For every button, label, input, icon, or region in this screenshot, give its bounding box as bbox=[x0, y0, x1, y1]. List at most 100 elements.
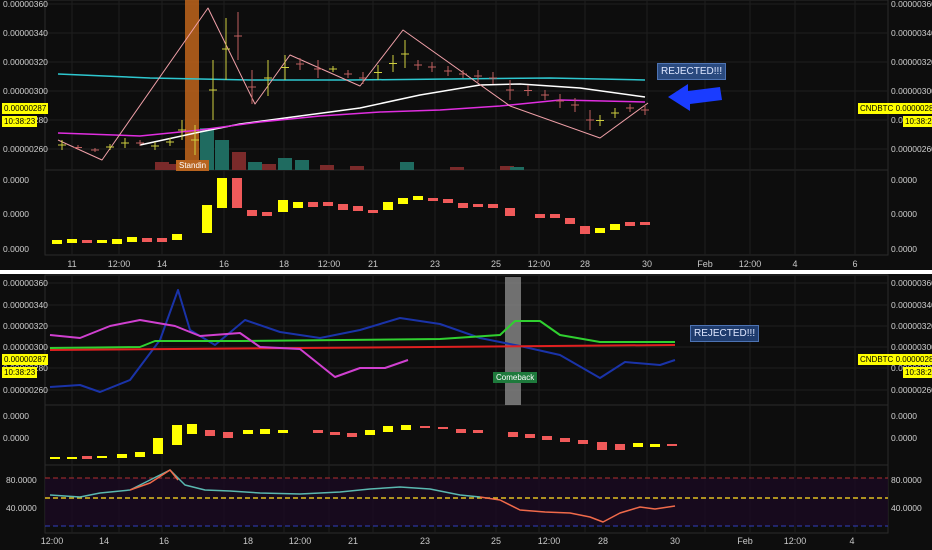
osc2-candle bbox=[97, 456, 107, 458]
time-tag-right-lower: 10:38:23 bbox=[903, 367, 932, 378]
volume-bar bbox=[450, 167, 464, 170]
top-panel bbox=[44, 0, 889, 171]
osc2-candle bbox=[542, 436, 552, 440]
osc1-panel bbox=[44, 169, 889, 256]
y-tick-label-right: 0.00000260 bbox=[891, 385, 932, 395]
osc1-candle bbox=[595, 228, 605, 233]
x-tick-label: 12:00 bbox=[318, 259, 341, 269]
volume-bar bbox=[232, 152, 246, 170]
osc1-candle bbox=[488, 204, 498, 208]
price-tag-right: CNDBTC 0.00000287 bbox=[858, 103, 932, 114]
rejected-annotation-top[interactable]: REJECTED!!! bbox=[657, 63, 727, 80]
x-tick-label: 12:00 bbox=[108, 259, 131, 269]
osc2-candle bbox=[525, 434, 535, 438]
osc2-candle bbox=[172, 425, 182, 445]
time-tag-right: 10:38:23 bbox=[903, 116, 932, 127]
osc1-candle bbox=[217, 178, 227, 208]
y-tick-label-right: 0.0000 bbox=[891, 175, 917, 185]
price-tag-left: 0.00000287 bbox=[2, 103, 49, 114]
x-tick-label: 11 bbox=[67, 259, 76, 269]
osc2-candle bbox=[243, 430, 253, 434]
x-tick-label: 12:00 bbox=[538, 536, 561, 546]
osc2-candle bbox=[82, 456, 92, 459]
x-tick-label: 25 bbox=[491, 536, 501, 546]
x-tick-label: 16 bbox=[219, 259, 229, 269]
osc2-candle bbox=[560, 438, 570, 442]
standin-signal[interactable]: Standin bbox=[176, 160, 210, 171]
x-tick-label: 28 bbox=[598, 536, 608, 546]
y-tick-label: 0.00000340 bbox=[3, 28, 48, 38]
volume-bar bbox=[295, 160, 309, 170]
comeback-signal[interactable]: Comeback bbox=[493, 372, 538, 383]
osc1-candle bbox=[550, 214, 560, 218]
osc1-candle bbox=[625, 222, 635, 226]
volume-bar bbox=[350, 166, 364, 170]
y-tick-label: 0.0000 bbox=[3, 244, 29, 254]
osc2-candle bbox=[508, 432, 518, 437]
osc2-candle bbox=[135, 452, 145, 457]
y-tick-label-right: 0.00000300 bbox=[891, 86, 932, 96]
osc1-candle bbox=[308, 202, 318, 207]
chart-canvas[interactable]: 0.00000360 0.00000340 0.00000320 0.00000300… bbox=[0, 0, 932, 550]
y-tick-label: 0.00000340 bbox=[3, 300, 48, 310]
osc2-candle bbox=[347, 433, 357, 437]
x-tick-label: 18 bbox=[243, 536, 253, 546]
osc2-candle bbox=[578, 440, 588, 444]
osc1-candle bbox=[142, 238, 152, 242]
y-tick-label-right: 0.00000300 bbox=[891, 342, 932, 352]
x-tick-label: 12:00 bbox=[41, 536, 64, 546]
rsi-band bbox=[45, 478, 888, 526]
x-tick-label: Feb bbox=[737, 536, 753, 546]
osc1-candle bbox=[383, 202, 393, 210]
osc1-candle bbox=[157, 238, 167, 242]
y-tick-label: 0.00000260 bbox=[3, 385, 48, 395]
osc2-candle bbox=[456, 429, 466, 433]
osc2-candle bbox=[383, 426, 393, 432]
y-tick-label: 0.00000320 bbox=[3, 57, 48, 67]
x-tick-label: 12:00 bbox=[739, 259, 762, 269]
osc1-candle bbox=[640, 222, 650, 225]
osc1-candle bbox=[565, 218, 575, 224]
osc1-candle bbox=[338, 204, 348, 210]
y-tick-label-right: 0.0000 bbox=[891, 244, 917, 254]
y-tick-label-right: 0.0000 bbox=[891, 411, 917, 421]
volume-bar bbox=[320, 165, 334, 170]
x-tick-label: 12:00 bbox=[289, 536, 312, 546]
osc1-candle bbox=[278, 200, 288, 212]
rsi-tick-label: 80.0000 bbox=[6, 475, 37, 485]
volume-bar bbox=[215, 140, 229, 170]
rejected-annotation-lower[interactable]: REJECTED!!! bbox=[690, 325, 760, 342]
volume-bar bbox=[278, 158, 292, 170]
osc2-candle bbox=[420, 426, 430, 428]
osc1-candle bbox=[353, 206, 363, 211]
osc2-candle bbox=[438, 427, 448, 429]
osc1-candle bbox=[535, 214, 545, 218]
osc1-candle bbox=[127, 237, 137, 242]
volume-bar bbox=[262, 164, 276, 170]
y-tick-label: 0.00000360 bbox=[3, 278, 48, 288]
osc1-candle bbox=[458, 203, 468, 208]
y-tick-label-right: 0.00000260 bbox=[891, 144, 932, 154]
x-tick-label: 30 bbox=[642, 259, 652, 269]
panel-divider bbox=[0, 270, 932, 274]
x-tick-label: 16 bbox=[159, 536, 169, 546]
osc1-candle bbox=[52, 240, 62, 244]
x-tick-label: 30 bbox=[670, 536, 680, 546]
osc2-candle bbox=[650, 444, 660, 447]
time-tag-left: 10:38:23 bbox=[2, 116, 38, 127]
osc2-candle bbox=[365, 430, 375, 435]
y-tick-label: 0.0000 bbox=[3, 209, 29, 219]
x-tick-label: 4 bbox=[849, 536, 854, 546]
x-tick-label: 14 bbox=[99, 536, 109, 546]
y-tick-label: 0.00000260 bbox=[3, 144, 48, 154]
x-tick-label: 12:00 bbox=[528, 259, 551, 269]
osc2-candle bbox=[615, 444, 625, 450]
y-tick-label-right: 0.00000360 bbox=[891, 0, 932, 9]
osc2-candle bbox=[313, 430, 323, 433]
osc1-candle bbox=[67, 239, 77, 243]
volume-bar bbox=[400, 162, 414, 170]
osc1-candle bbox=[97, 240, 107, 243]
y-tick-label-right: 0.00000320 bbox=[891, 321, 932, 331]
x-tick-label: 23 bbox=[430, 259, 440, 269]
osc2-candle bbox=[50, 457, 60, 459]
